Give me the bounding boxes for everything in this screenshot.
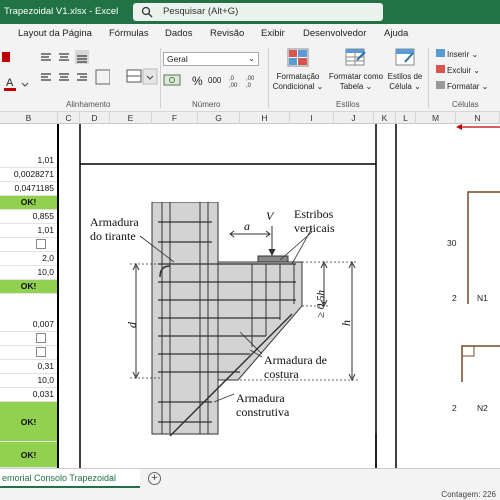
tab-formulas[interactable]: Fórmulas	[109, 28, 149, 39]
col-header[interactable]: H	[240, 112, 290, 124]
worksheet-grid[interactable]: 1,01 0,0028271 0,0471185 OK! 0,855 1,01 …	[0, 124, 500, 468]
group-label-number: Número	[192, 100, 221, 109]
label-a: a	[244, 219, 250, 233]
col-header[interactable]: F	[152, 112, 198, 124]
col-header[interactable]: I	[290, 112, 334, 124]
col-header[interactable]: B	[0, 112, 58, 124]
label-tie-rebar-2: do tirante	[90, 229, 136, 243]
status-bar: Contagem: 226	[0, 488, 500, 500]
svg-text:,00: ,00	[246, 76, 255, 82]
format-table-icon	[345, 48, 366, 66]
n1-index: 2	[452, 293, 457, 303]
sheet-tab-bar: emorial Consolo Trapezoidal +	[0, 468, 500, 488]
delete-label: Excluir	[447, 66, 472, 75]
currency-icon[interactable]	[163, 72, 185, 88]
label-line: Formatação	[276, 72, 320, 81]
status-count: Contagem: 226	[441, 490, 496, 499]
sheet-tab-label: emorial Consolo Trapezoidal	[2, 473, 117, 483]
tab-review[interactable]: Revisão	[210, 28, 244, 39]
col-header[interactable]: J	[334, 112, 374, 124]
ribbon-tabs: Layout da Página Fórmulas Dados Revisão …	[0, 24, 500, 44]
col-header[interactable]: C	[58, 112, 80, 124]
decimal-buttons[interactable]: ,0,00 ,00,0	[228, 72, 262, 88]
corbel-diagram: Armadura do tirante a V Estribos vertica…	[90, 202, 358, 437]
col-header[interactable]: G	[198, 112, 240, 124]
conditional-format-icon	[287, 48, 309, 67]
label-tie-rebar-1: Armadura	[90, 215, 139, 229]
divider	[268, 48, 269, 108]
n1-label: N1	[477, 293, 488, 303]
alignment-buttons[interactable]	[38, 48, 110, 96]
label-sewing-2: costura	[264, 367, 299, 381]
format-button[interactable]: Formatar ⌄	[436, 81, 488, 91]
label-h: h	[339, 320, 353, 326]
number-format-dropdown[interactable]: Geral ⌄	[163, 52, 259, 66]
format-as-table-button[interactable]: Formatar como Tabela ⌄	[326, 72, 386, 92]
tab-help[interactable]: Ajuda	[384, 28, 408, 39]
cell-styles-icon	[395, 48, 415, 66]
thousands-separator-icon[interactable]: 000	[208, 76, 221, 85]
add-sheet-icon[interactable]: +	[148, 472, 161, 485]
label-half-h: ≥ 0,5h	[315, 289, 327, 318]
col-header[interactable]: N	[456, 112, 500, 124]
label-stirrups-2: verticais	[294, 221, 335, 235]
insert-label: Inserir	[447, 50, 470, 59]
label-constructive-2: construtiva	[236, 405, 290, 419]
n2-index: 2	[452, 403, 457, 413]
label-constructive-1: Armadura	[236, 391, 285, 405]
svg-text:A: A	[6, 77, 14, 89]
search-icon	[141, 6, 153, 18]
sheet-tab[interactable]: emorial Consolo Trapezoidal	[0, 469, 140, 488]
label-line: Formatar como	[328, 72, 384, 81]
window-title: Trapezoidal V1.xlsx - Excel	[4, 6, 119, 17]
insert-button[interactable]: Inserir ⌄	[436, 49, 478, 59]
ribbon: A Alinhamento Geral ⌄ % 000 ,0,00 ,00,0 …	[0, 44, 500, 112]
chevron-down-icon: ⌄	[248, 54, 255, 63]
title-bar: Trapezoidal V1.xlsx - Excel Pesquisar (A…	[0, 0, 500, 24]
svg-text:,00: ,00	[229, 83, 238, 88]
col-header[interactable]: L	[396, 112, 416, 124]
n2-label: N2	[477, 403, 488, 413]
cell-styles-button[interactable]: Estilos de Célula ⌄	[383, 72, 427, 92]
format-label: Formatar	[447, 82, 480, 91]
label-V: V	[266, 209, 275, 223]
tab-view[interactable]: Exibir	[261, 28, 285, 39]
label-d: d	[125, 321, 139, 328]
svg-text:,0: ,0	[229, 76, 235, 82]
group-label-alignment: Alinhamento	[66, 100, 111, 109]
tab-developer[interactable]: Desenvolvedor	[303, 28, 366, 39]
label-line: Condicional	[272, 82, 315, 91]
tab-page-layout[interactable]: Layout da Página	[18, 28, 92, 39]
divider	[428, 48, 429, 108]
delete-button[interactable]: Excluir ⌄	[436, 65, 480, 75]
label-line: Estilos de	[387, 72, 423, 81]
number-format-value: Geral	[167, 54, 188, 64]
label-sewing-1: Armadura de	[264, 353, 327, 367]
font-controls[interactable]: A	[2, 50, 32, 94]
format-icon	[436, 81, 445, 89]
col-header[interactable]: E	[110, 112, 152, 124]
label-stirrups-1: Estribos	[294, 207, 334, 221]
conditional-format-button[interactable]: Formatação Condicional ⌄	[270, 72, 326, 92]
column-headers: B C D E F G H I J K L M N	[0, 112, 500, 124]
delete-icon	[436, 65, 445, 73]
insert-icon	[436, 49, 445, 57]
label-line: Célula	[389, 82, 412, 91]
value-30: 30	[447, 238, 457, 248]
divider	[160, 48, 161, 108]
col-header[interactable]: D	[80, 112, 110, 124]
col-header[interactable]: M	[416, 112, 456, 124]
col-header[interactable]: K	[374, 112, 396, 124]
search-placeholder: Pesquisar (Alt+G)	[163, 6, 239, 17]
group-label-cells: Células	[452, 100, 479, 109]
tab-data[interactable]: Dados	[165, 28, 192, 39]
merge-center-button[interactable]	[125, 68, 159, 86]
search-box[interactable]: Pesquisar (Alt+G)	[133, 3, 383, 21]
group-label-styles: Estilos	[336, 100, 360, 109]
percent-icon[interactable]: %	[192, 74, 203, 88]
svg-text:,0: ,0	[246, 83, 252, 88]
label-line: Tabela	[339, 82, 364, 91]
